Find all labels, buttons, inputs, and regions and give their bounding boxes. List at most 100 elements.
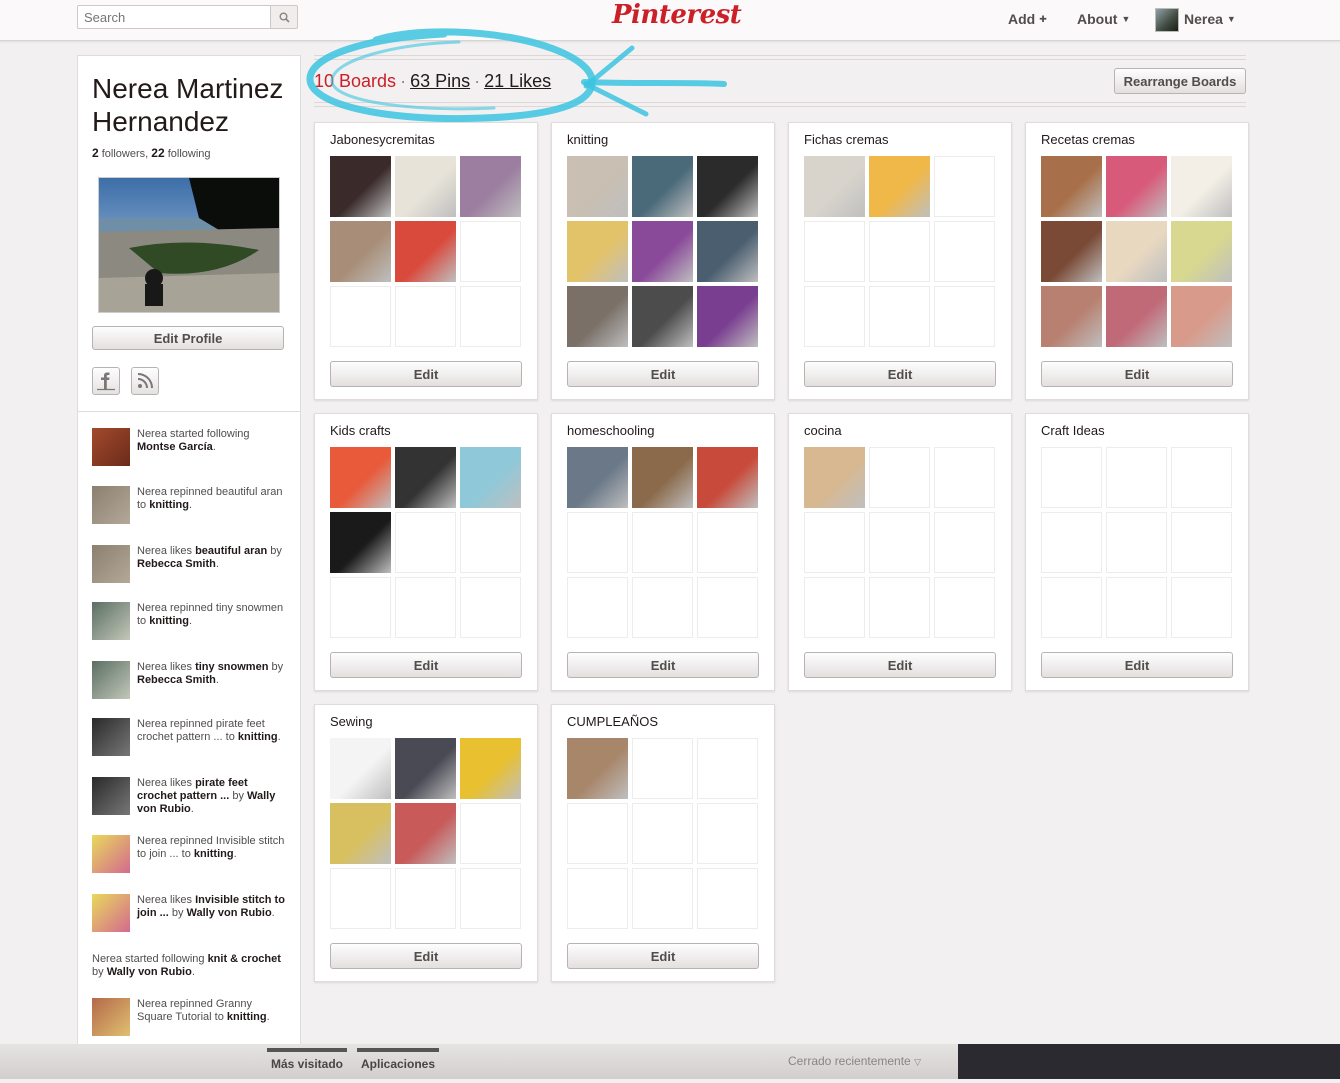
pin-thumbnail[interactable] — [330, 512, 391, 573]
activity-link[interactable]: knitting — [149, 499, 189, 511]
most-visited-tab[interactable]: Más visitado — [267, 1045, 347, 1079]
pin-thumbnail[interactable] — [632, 156, 693, 217]
pin-thumbnail[interactable] — [1041, 156, 1102, 217]
edit-board-button[interactable]: Edit — [567, 652, 759, 678]
pin-thumbnail[interactable] — [1171, 221, 1232, 282]
add-menu[interactable]: Add ✚ — [1008, 11, 1047, 27]
board-title[interactable]: Fichas cremas — [804, 132, 889, 147]
pin-thumbnail[interactable] — [804, 156, 865, 217]
board-pin-grid[interactable] — [567, 156, 760, 349]
pin-thumbnail[interactable] — [567, 286, 628, 347]
edit-board-button[interactable]: Edit — [804, 652, 996, 678]
edit-board-button[interactable]: Edit — [804, 361, 996, 387]
recently-closed-menu[interactable]: Cerrado recientemente ▽ — [788, 1054, 921, 1068]
followers-label[interactable]: followers, — [102, 148, 148, 160]
pin-thumbnail[interactable] — [1171, 156, 1232, 217]
pin-thumbnail[interactable] — [395, 447, 456, 508]
board-title[interactable]: Jabonesycremitas — [330, 132, 435, 147]
user-avatar[interactable] — [1155, 8, 1179, 32]
board-pin-grid[interactable] — [330, 447, 523, 640]
following-count[interactable]: 22 — [151, 146, 164, 160]
activity-thumbnail[interactable] — [92, 777, 130, 815]
likes-count-link[interactable]: 21 Likes — [484, 71, 551, 91]
activity-link[interactable]: knitting — [238, 731, 278, 743]
board-pin-grid[interactable] — [804, 447, 997, 640]
pins-count-link[interactable]: 63 Pins — [410, 71, 470, 91]
pin-thumbnail[interactable] — [697, 447, 758, 508]
pin-thumbnail[interactable] — [567, 221, 628, 282]
activity-thumbnail[interactable] — [92, 428, 130, 466]
board-title[interactable]: Craft Ideas — [1041, 423, 1105, 438]
pin-thumbnail[interactable] — [460, 447, 521, 508]
activity-thumbnail[interactable] — [92, 835, 130, 873]
pin-thumbnail[interactable] — [697, 221, 758, 282]
activity-user-link[interactable]: Rebecca Smith — [137, 558, 216, 570]
pin-thumbnail[interactable] — [330, 156, 391, 217]
board-title[interactable]: Kids crafts — [330, 423, 391, 438]
board-card[interactable]: cocina Edit — [788, 413, 1012, 691]
board-card[interactable]: Fichas cremas Edit — [788, 122, 1012, 400]
rearrange-boards-button[interactable]: Rearrange Boards — [1114, 68, 1246, 94]
activity-thumbnail[interactable] — [92, 602, 130, 640]
board-pin-grid[interactable] — [1041, 156, 1234, 349]
activity-link[interactable]: Montse García — [137, 441, 213, 453]
pin-thumbnail[interactable] — [395, 738, 456, 799]
pin-thumbnail[interactable] — [395, 221, 456, 282]
pin-thumbnail[interactable] — [804, 447, 865, 508]
pin-thumbnail[interactable] — [330, 738, 391, 799]
activity-link[interactable]: beautiful aran — [195, 545, 267, 557]
pin-thumbnail[interactable] — [567, 738, 628, 799]
search-button[interactable] — [271, 5, 298, 29]
board-card[interactable]: Recetas cremas Edit — [1025, 122, 1249, 400]
activity-link[interactable]: knit & crochet — [208, 953, 281, 965]
board-pin-grid[interactable] — [567, 447, 760, 640]
board-card[interactable]: knitting Edit — [551, 122, 775, 400]
board-title[interactable]: cocina — [804, 423, 842, 438]
pin-thumbnail[interactable] — [1106, 156, 1167, 217]
pin-thumbnail[interactable] — [697, 156, 758, 217]
board-pin-grid[interactable] — [330, 156, 523, 349]
board-card[interactable]: Sewing Edit — [314, 704, 538, 982]
activity-link[interactable]: knitting — [227, 1011, 267, 1023]
apps-tab[interactable]: Aplicaciones — [357, 1045, 439, 1079]
board-title[interactable]: Sewing — [330, 714, 373, 729]
board-card[interactable]: Craft Ideas Edit — [1025, 413, 1249, 691]
search-input[interactable] — [77, 5, 271, 29]
board-title[interactable]: CUMPLEAÑOS — [567, 714, 658, 729]
edit-board-button[interactable]: Edit — [1041, 652, 1233, 678]
edit-board-button[interactable]: Edit — [567, 943, 759, 969]
about-menu[interactable]: About ▼ — [1077, 11, 1130, 27]
edit-board-button[interactable]: Edit — [567, 361, 759, 387]
edit-profile-button[interactable]: Edit Profile — [92, 326, 284, 350]
pin-thumbnail[interactable] — [1171, 286, 1232, 347]
board-card[interactable]: Kids crafts Edit — [314, 413, 538, 691]
pin-thumbnail[interactable] — [330, 803, 391, 864]
followers-count[interactable]: 2 — [92, 146, 99, 160]
pin-thumbnail[interactable] — [632, 221, 693, 282]
boards-count-link[interactable]: 10 Boards — [314, 71, 396, 91]
activity-thumbnail[interactable] — [92, 486, 130, 524]
pin-thumbnail[interactable] — [632, 447, 693, 508]
activity-thumbnail[interactable] — [92, 998, 130, 1036]
board-pin-grid[interactable] — [804, 156, 997, 349]
pin-thumbnail[interactable] — [460, 156, 521, 217]
board-title[interactable]: Recetas cremas — [1041, 132, 1135, 147]
pin-thumbnail[interactable] — [330, 221, 391, 282]
pin-thumbnail[interactable] — [395, 803, 456, 864]
activity-user-link[interactable]: Wally von Rubio — [187, 907, 272, 919]
activity-link[interactable]: knitting — [149, 615, 189, 627]
board-card[interactable]: homeschooling Edit — [551, 413, 775, 691]
pin-thumbnail[interactable] — [395, 156, 456, 217]
pin-thumbnail[interactable] — [869, 156, 930, 217]
user-menu[interactable]: Nerea ▼ — [1184, 11, 1236, 27]
activity-thumbnail[interactable] — [92, 718, 130, 756]
pin-thumbnail[interactable] — [632, 286, 693, 347]
board-title[interactable]: homeschooling — [567, 423, 654, 438]
activity-thumbnail[interactable] — [92, 894, 130, 932]
pin-thumbnail[interactable] — [330, 447, 391, 508]
edit-board-button[interactable]: Edit — [330, 652, 522, 678]
pin-thumbnail[interactable] — [1106, 221, 1167, 282]
activity-user-link[interactable]: Rebecca Smith — [137, 674, 216, 686]
activity-link[interactable]: knitting — [194, 848, 234, 860]
board-card[interactable]: Jabonesycremitas Edit — [314, 122, 538, 400]
